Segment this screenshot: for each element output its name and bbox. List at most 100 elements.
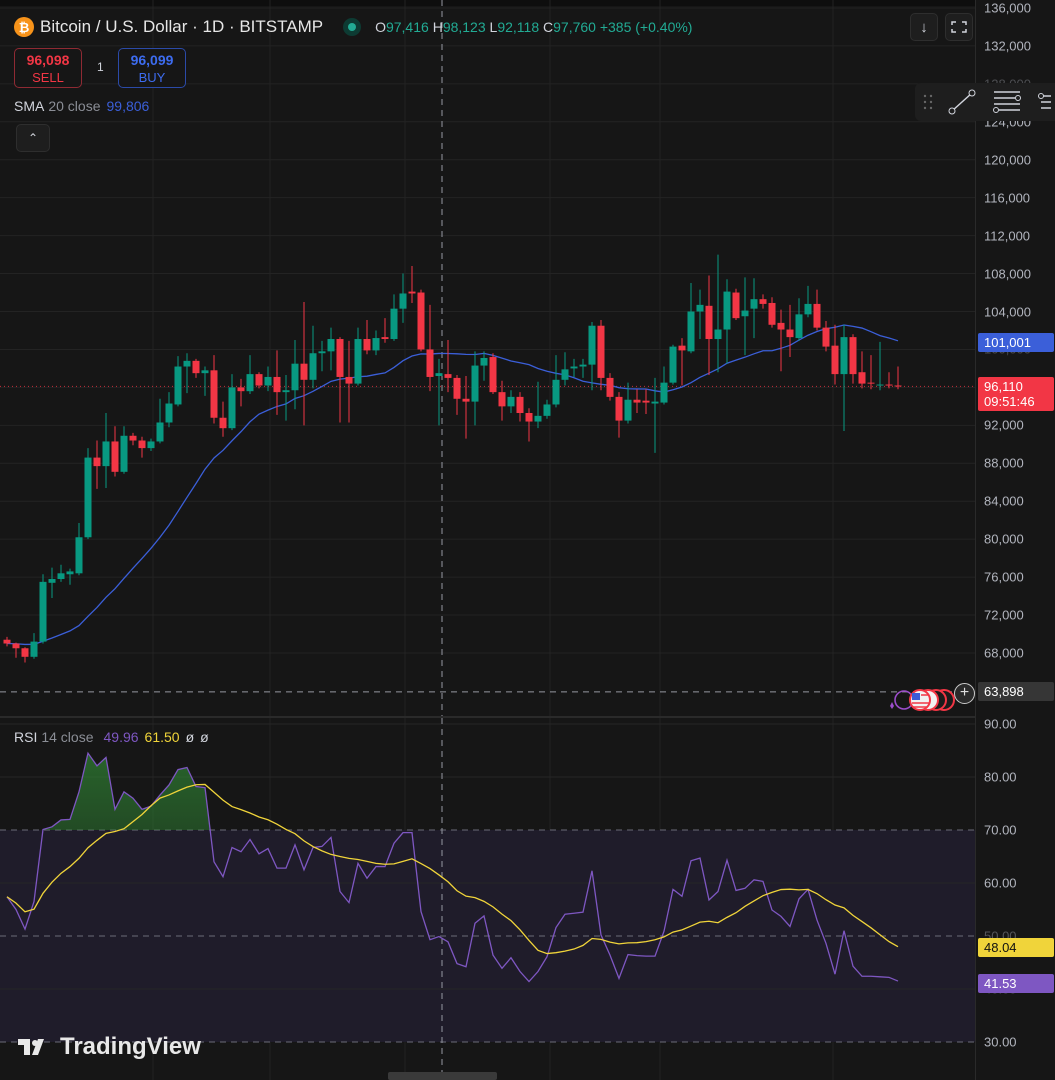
candle[interactable]: [732, 288, 740, 321]
candle[interactable]: [849, 334, 857, 384]
candle[interactable]: [435, 358, 443, 426]
candle[interactable]: [741, 277, 749, 356]
candle[interactable]: [84, 448, 92, 540]
candle[interactable]: [129, 432, 137, 446]
sma-legend[interactable]: SMA 20 close 99,806: [14, 98, 149, 114]
drag-handle-icon[interactable]: [923, 94, 933, 110]
candle[interactable]: [210, 355, 218, 424]
candle[interactable]: [219, 401, 227, 437]
candle[interactable]: [705, 275, 713, 376]
candle[interactable]: [714, 254, 722, 373]
candle[interactable]: [489, 353, 497, 395]
events-icons[interactable]: [886, 686, 956, 714]
market-status-icon[interactable]: [343, 18, 362, 36]
candle[interactable]: [318, 340, 326, 372]
candle[interactable]: [165, 392, 173, 428]
candle[interactable]: [327, 327, 335, 371]
candle[interactable]: [381, 318, 389, 343]
candle[interactable]: [687, 283, 695, 354]
candle[interactable]: [534, 381, 542, 429]
candle[interactable]: [345, 340, 353, 423]
add-alert-plus-icon[interactable]: +: [954, 683, 975, 704]
candle[interactable]: [21, 647, 29, 663]
candle[interactable]: [174, 356, 182, 407]
candle[interactable]: [228, 374, 236, 431]
candle[interactable]: [120, 426, 128, 474]
candle[interactable]: [552, 355, 560, 408]
candle[interactable]: [813, 289, 821, 331]
candle[interactable]: [408, 265, 416, 303]
candle[interactable]: [156, 398, 164, 444]
candle[interactable]: [426, 304, 434, 392]
candle[interactable]: [102, 413, 110, 488]
candle[interactable]: [651, 377, 659, 453]
candle[interactable]: [696, 289, 704, 340]
candle[interactable]: [237, 378, 245, 407]
candle[interactable]: [246, 355, 254, 395]
candle[interactable]: [201, 366, 209, 396]
candle[interactable]: [291, 339, 299, 410]
candle[interactable]: [633, 389, 641, 414]
candle[interactable]: [597, 320, 605, 391]
candle[interactable]: [822, 320, 830, 352]
rsi-legend[interactable]: RSI 14 close 49.96 61.50 ø ø: [14, 729, 209, 745]
candle[interactable]: [30, 633, 38, 659]
candle[interactable]: [282, 375, 290, 421]
candle[interactable]: [804, 285, 812, 318]
candle[interactable]: [606, 373, 614, 401]
candle[interactable]: [417, 289, 425, 352]
candle[interactable]: [615, 392, 623, 438]
candle[interactable]: [372, 330, 380, 356]
fib-icon[interactable]: [1037, 88, 1051, 116]
candle[interactable]: [3, 636, 11, 647]
candle[interactable]: [39, 574, 47, 644]
candle[interactable]: [192, 358, 200, 378]
candle[interactable]: [444, 339, 452, 393]
candle[interactable]: [750, 278, 758, 339]
candle[interactable]: [516, 392, 524, 422]
symbol-title[interactable]: Bitcoin / U.S. Dollar · 1D · BITSTAMP: [40, 17, 323, 37]
candle[interactable]: [138, 436, 146, 458]
candle[interactable]: [669, 344, 677, 385]
candle[interactable]: [12, 642, 20, 658]
candle[interactable]: [507, 390, 515, 414]
candle[interactable]: [885, 372, 893, 389]
candle[interactable]: [570, 358, 578, 377]
candle[interactable]: [588, 321, 596, 391]
price-axis[interactable]: 136,000132,000128,000124,000120,000116,0…: [975, 0, 1055, 1080]
candle[interactable]: [768, 297, 776, 328]
rsi-chart[interactable]: [0, 718, 975, 1080]
candle[interactable]: [390, 294, 398, 341]
trend-line-icon[interactable]: [947, 88, 977, 116]
candle[interactable]: [777, 309, 785, 372]
sell-button[interactable]: 96,098 SELL: [14, 48, 82, 88]
tradingview-logo[interactable]: TradingView: [18, 1033, 201, 1061]
candle[interactable]: [678, 338, 686, 386]
candle[interactable]: [543, 399, 551, 419]
candle[interactable]: [111, 426, 119, 477]
time-scrollbar[interactable]: [388, 1072, 497, 1080]
candle[interactable]: [723, 279, 731, 364]
candle[interactable]: [660, 366, 668, 405]
candle[interactable]: [354, 327, 362, 386]
candle[interactable]: [759, 294, 767, 309]
fullscreen-button[interactable]: [945, 13, 973, 41]
candle[interactable]: [642, 389, 650, 414]
candle[interactable]: [57, 564, 65, 582]
candle[interactable]: [840, 324, 848, 432]
candle[interactable]: [471, 351, 479, 426]
candle[interactable]: [795, 298, 803, 341]
candle[interactable]: [300, 302, 308, 426]
candle[interactable]: [462, 376, 470, 439]
candle[interactable]: [93, 440, 101, 489]
candle[interactable]: [858, 351, 866, 389]
candle[interactable]: [453, 375, 461, 415]
candle[interactable]: [579, 358, 587, 378]
candle[interactable]: [309, 325, 317, 389]
download-button[interactable]: ↓: [910, 13, 938, 41]
candle[interactable]: [75, 523, 83, 576]
buy-button[interactable]: 96,099 BUY: [118, 48, 186, 88]
collapse-legend-button[interactable]: ⌃: [16, 124, 50, 152]
horizontal-lines-icon[interactable]: [991, 88, 1023, 116]
candle[interactable]: [867, 355, 875, 390]
